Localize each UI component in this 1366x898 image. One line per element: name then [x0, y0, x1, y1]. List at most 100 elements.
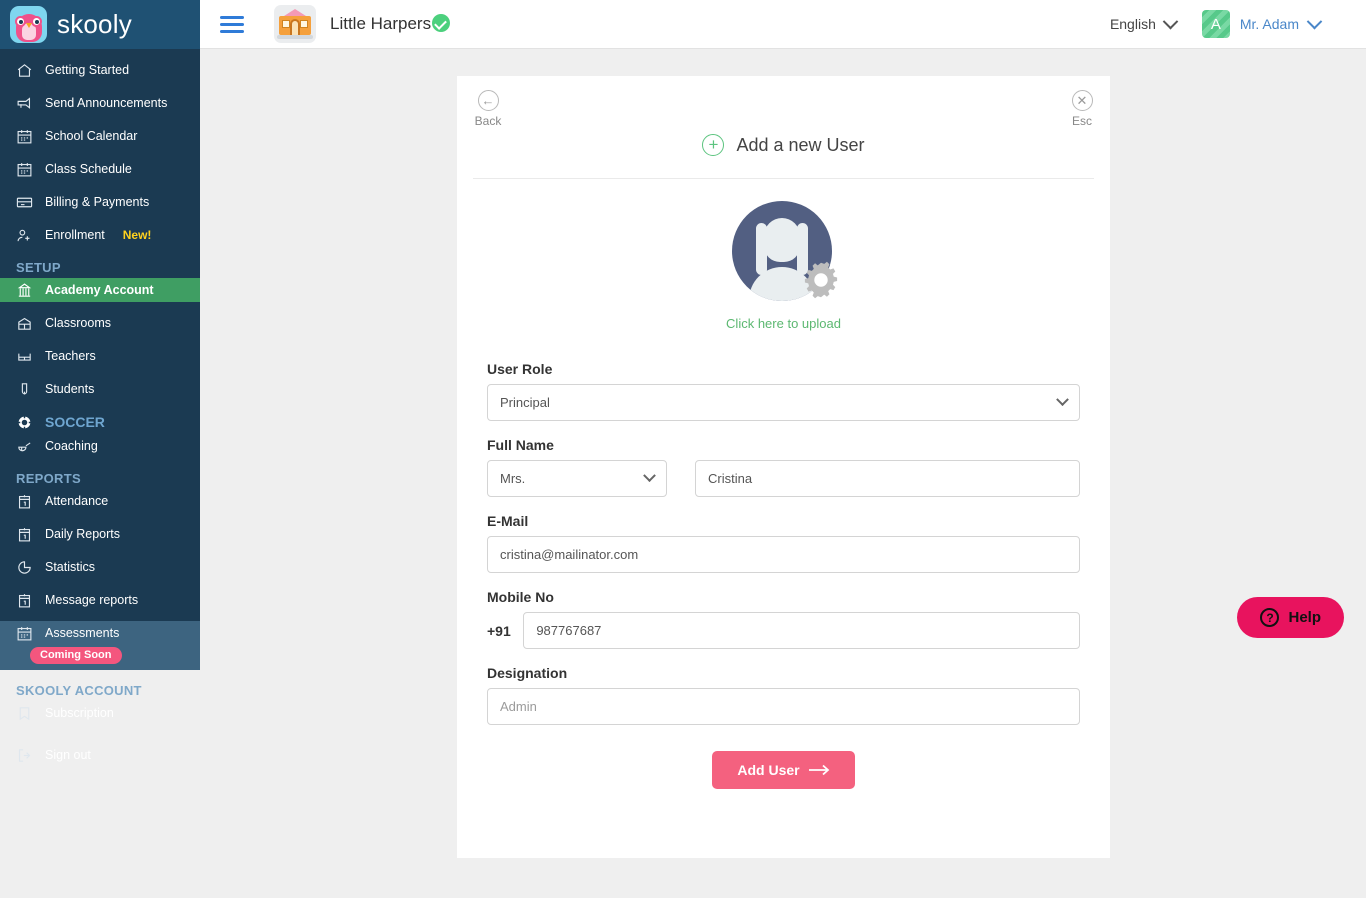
header-right: English A Mr. Adam [1110, 10, 1366, 38]
back-button[interactable]: ← Back [466, 90, 510, 128]
sidebar-item-academy-account[interactable]: Academy Account [0, 278, 200, 302]
sidebar-item-label: Send Announcements [45, 96, 168, 110]
chevron-down-icon [1306, 13, 1323, 29]
sidebar-item-send-announcements[interactable]: Send Announcements [0, 91, 200, 115]
sidebar-item-getting-started[interactable]: Getting Started [0, 58, 200, 82]
whistle-icon [18, 441, 31, 451]
help-label: Help [1288, 609, 1321, 626]
sidebar-item-label: Students [45, 382, 95, 396]
sidebar: skooly Getting Started Send Announcement… [0, 0, 200, 762]
user-role-label: User Role [487, 361, 553, 377]
academy-icon [17, 282, 32, 297]
submit-row: Add User [487, 725, 1080, 789]
question-circle-icon: ? [1260, 608, 1280, 627]
user-role-value: Principal [500, 395, 550, 410]
user-menu[interactable]: A Mr. Adam [1201, 10, 1323, 38]
sidebar-item-label: Academy Account [45, 283, 154, 297]
sidebar-item-label: Class Schedule [45, 162, 132, 176]
bookmark-icon [19, 706, 30, 720]
sidebar-item-label: Statistics [45, 560, 96, 574]
sidebar-item-label: Enrollment [45, 228, 105, 242]
email-value: cristina@mailinator.com [500, 547, 639, 562]
close-circle-icon: ✕ [1071, 90, 1093, 111]
avatar-upload[interactable]: Click here to upload [457, 179, 1110, 339]
calendar-icon [17, 129, 32, 143]
plus-circle-icon: + [702, 134, 725, 156]
user-role-select[interactable]: Principal [487, 384, 1080, 421]
mobile-value: 987767687 [536, 623, 602, 638]
megaphone-icon [17, 96, 31, 109]
sidebar-section-soccer: SOCCER [0, 410, 200, 434]
add-user-button[interactable]: Add User [712, 751, 855, 789]
home-icon [17, 63, 32, 77]
upload-link[interactable]: Click here to upload [457, 316, 1110, 331]
sidebar-item-label: Teachers [45, 349, 96, 363]
modal-title-wrap: + Add a new User [457, 134, 1110, 178]
sidebar-item-teachers[interactable]: Teachers [0, 344, 200, 368]
top-header: Little Harpers English A Mr. Adam [200, 0, 1366, 49]
soccer-ball-icon [17, 415, 32, 429]
mobile-input[interactable]: 987767687 [523, 612, 1080, 649]
add-user-form: User Role Principal Full Name Mrs. Crist… [457, 339, 1110, 789]
chevron-down-icon [1056, 393, 1069, 407]
esc-label: Esc [1071, 114, 1092, 128]
sidebar-item-sign-out[interactable]: Sign out [0, 743, 200, 767]
full-name-value: Cristina [708, 471, 753, 486]
sidebar-item-attendance[interactable]: Attendance [0, 489, 200, 513]
language-selector[interactable]: English [1110, 13, 1179, 32]
report-icon [18, 593, 31, 607]
user-name: Mr. Adam [1239, 16, 1299, 32]
sidebar-item-classrooms[interactable]: Classrooms [0, 311, 200, 335]
school-name: Little Harpers [330, 14, 432, 33]
sidebar-item-label: Subscription [45, 706, 114, 720]
designation-input[interactable]: Admin [487, 688, 1080, 725]
sidebar-item-label: Getting Started [45, 63, 130, 77]
sidebar-item-label: Classrooms [45, 316, 111, 330]
sidebar-item-label: Sign out [45, 748, 91, 762]
sidebar-item-subscription[interactable]: Subscription [0, 701, 200, 725]
sidebar-item-statistics[interactable]: Statistics [0, 555, 200, 579]
sidebar-item-coaching[interactable]: Coaching [0, 434, 200, 458]
new-badge: New! [122, 228, 152, 242]
school-icon [274, 5, 316, 43]
mobile-label: Mobile No [487, 589, 554, 605]
sidebar-item-label: School Calendar [45, 129, 138, 143]
sidebar-item-label: Message reports [45, 593, 139, 607]
salutation-select[interactable]: Mrs. [487, 460, 667, 497]
email-field[interactable]: cristina@mailinator.com [487, 536, 1080, 573]
sidebar-item-label: Attendance [45, 494, 109, 508]
coming-soon-badge: Coming Soon [30, 647, 122, 664]
classroom-icon [18, 317, 31, 330]
wallet-icon [16, 197, 33, 207]
email-label: E-Mail [487, 513, 529, 529]
arrow-left-circle-icon: ← [477, 90, 499, 111]
full-name-row: Mrs. Cristina [487, 460, 1080, 497]
modal-top-bar: ← Back ✕ Esc [457, 76, 1110, 134]
brand-logo[interactable]: skooly [0, 0, 200, 49]
sidebar-section-reports: REPORTS [16, 470, 81, 486]
gear-icon [804, 261, 837, 299]
sidebar-item-school-calendar[interactable]: School Calendar [0, 124, 200, 148]
sidebar-item-students[interactable]: Students [0, 377, 200, 401]
back-label: Back [474, 114, 502, 128]
hamburger-icon[interactable] [220, 12, 244, 37]
teacher-icon [18, 353, 31, 361]
close-button[interactable]: ✕ Esc [1060, 90, 1104, 128]
sidebar-item-enrollment[interactable]: Enrollment New! [0, 223, 200, 247]
sidebar-section-skooly-account: SKOOLY ACCOUNT [16, 682, 142, 698]
sidebar-item-class-schedule[interactable]: Class Schedule [0, 157, 200, 181]
sidebar-item-message-reports[interactable]: Message reports [0, 588, 200, 612]
sidebar-section-label: SOCCER [45, 414, 105, 430]
sidebar-item-billing-payments[interactable]: Billing & Payments [0, 190, 200, 214]
sidebar-item-assessments[interactable]: Assessments Coming Soon [0, 621, 200, 670]
mobile-row: +91 987767687 [487, 612, 1080, 649]
full-name-input[interactable]: Cristina [695, 460, 1080, 497]
sidebar-item-label: Assessments [45, 626, 120, 640]
sidebar-item-daily-reports[interactable]: Daily Reports [0, 522, 200, 546]
sidebar-item-label: Coaching [45, 439, 98, 453]
calendar-icon [17, 162, 32, 176]
help-button[interactable]: ? Help [1237, 597, 1344, 638]
app-root: skooly Getting Started Send Announcement… [0, 0, 1366, 898]
add-user-label: Add User [737, 762, 800, 778]
chevron-down-icon [1162, 13, 1179, 29]
